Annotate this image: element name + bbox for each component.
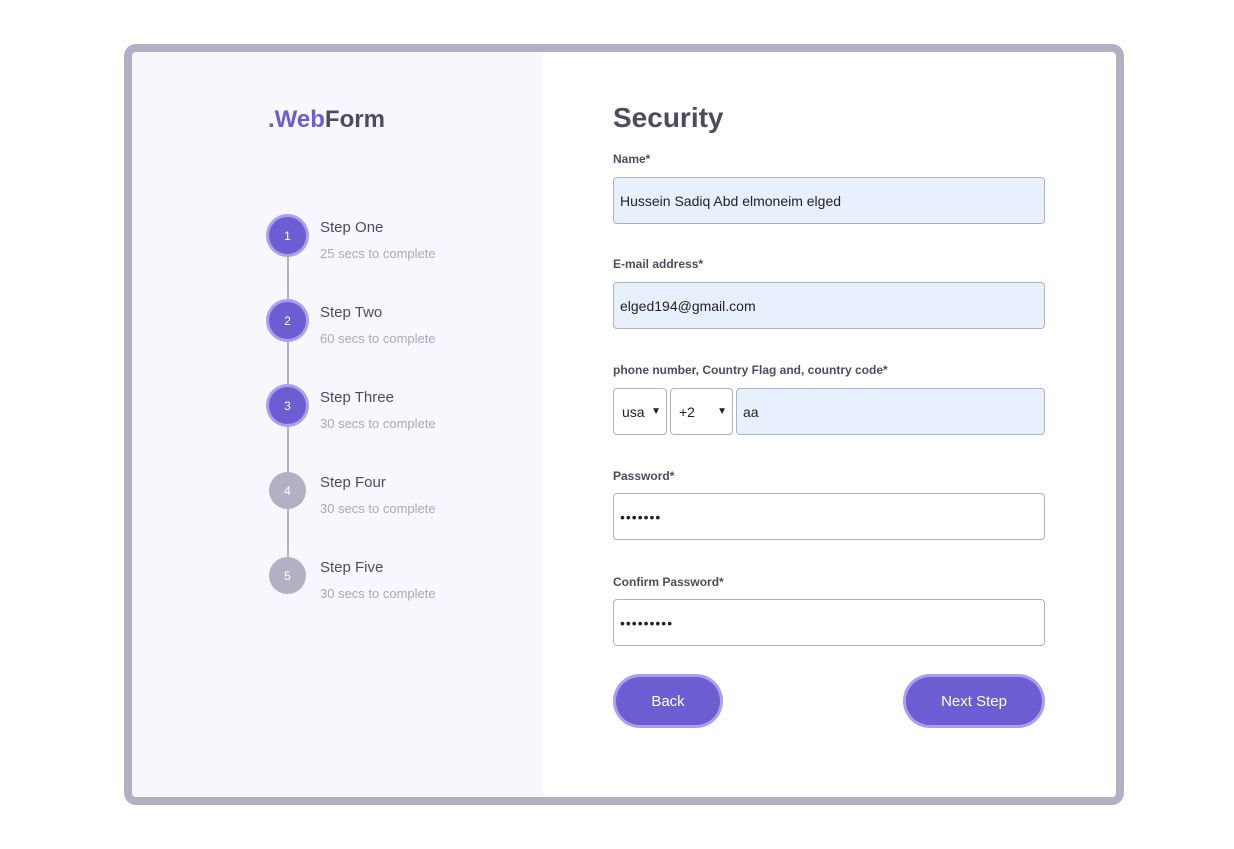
step-3[interactable]: 3 Step Three 30 secs to complete [269,387,529,447]
step-duration: 25 secs to complete [320,246,436,261]
step-4[interactable]: 4 Step Four 30 secs to complete [269,472,529,532]
name-label: Name* [613,152,651,166]
password-field[interactable]: ••••••• [613,493,1045,540]
step-duration: 60 secs to complete [320,331,436,346]
country-select[interactable]: usa ▼ [613,388,667,435]
step-number-circle: 5 [269,557,306,594]
logo-text: Form [324,106,385,133]
logo-accent: .Web [268,106,325,133]
phone-field[interactable]: aa [736,388,1045,435]
page-title: Security [613,102,724,133]
step-5[interactable]: 5 Step Five 30 secs to complete [269,557,529,617]
confirm-password-field[interactable]: ••••••••• [613,599,1045,646]
step-title: Step Five [320,559,384,576]
steps-sidebar: .WebForm 1 Step One 25 secs to complete … [132,52,543,797]
phone-label: phone number, Country Flag and, country … [613,363,888,377]
country-select-value: usa [622,403,645,420]
email-field[interactable]: elged194@gmail.com [613,282,1045,329]
step-number-circle: 1 [269,217,306,254]
step-title: Step Three [320,389,394,406]
step-duration: 30 secs to complete [320,586,436,601]
step-2[interactable]: 2 Step Two 60 secs to complete [269,302,529,362]
back-button[interactable]: Back [616,677,720,725]
step-number-circle: 4 [269,472,306,509]
password-label: Password* [613,469,675,483]
step-number-circle: 3 [269,387,306,424]
step-duration: 30 secs to complete [320,501,436,516]
chevron-down-icon: ▼ [651,406,661,417]
form-card: .WebForm 1 Step One 25 secs to complete … [124,44,1124,805]
step-title: Step Two [320,304,383,321]
step-title: Step One [320,219,384,236]
step-title: Step Four [320,474,386,491]
step-duration: 30 secs to complete [320,416,436,431]
step-1[interactable]: 1 Step One 25 secs to complete [269,217,529,277]
email-label: E-mail address* [613,257,704,271]
chevron-down-icon: ▼ [717,406,727,417]
country-code-select[interactable]: +2 ▼ [670,388,733,435]
confirm-password-label: Confirm Password* [613,575,724,589]
form-panel: Security Name* Hussein Sadiq Abd elmonei… [543,52,1116,797]
country-code-value: +2 [679,403,695,420]
name-field[interactable]: Hussein Sadiq Abd elmoneim elged [613,177,1045,224]
step-number-circle: 2 [269,302,306,339]
next-step-button[interactable]: Next Step [906,677,1042,725]
logo: .WebForm [268,106,385,134]
